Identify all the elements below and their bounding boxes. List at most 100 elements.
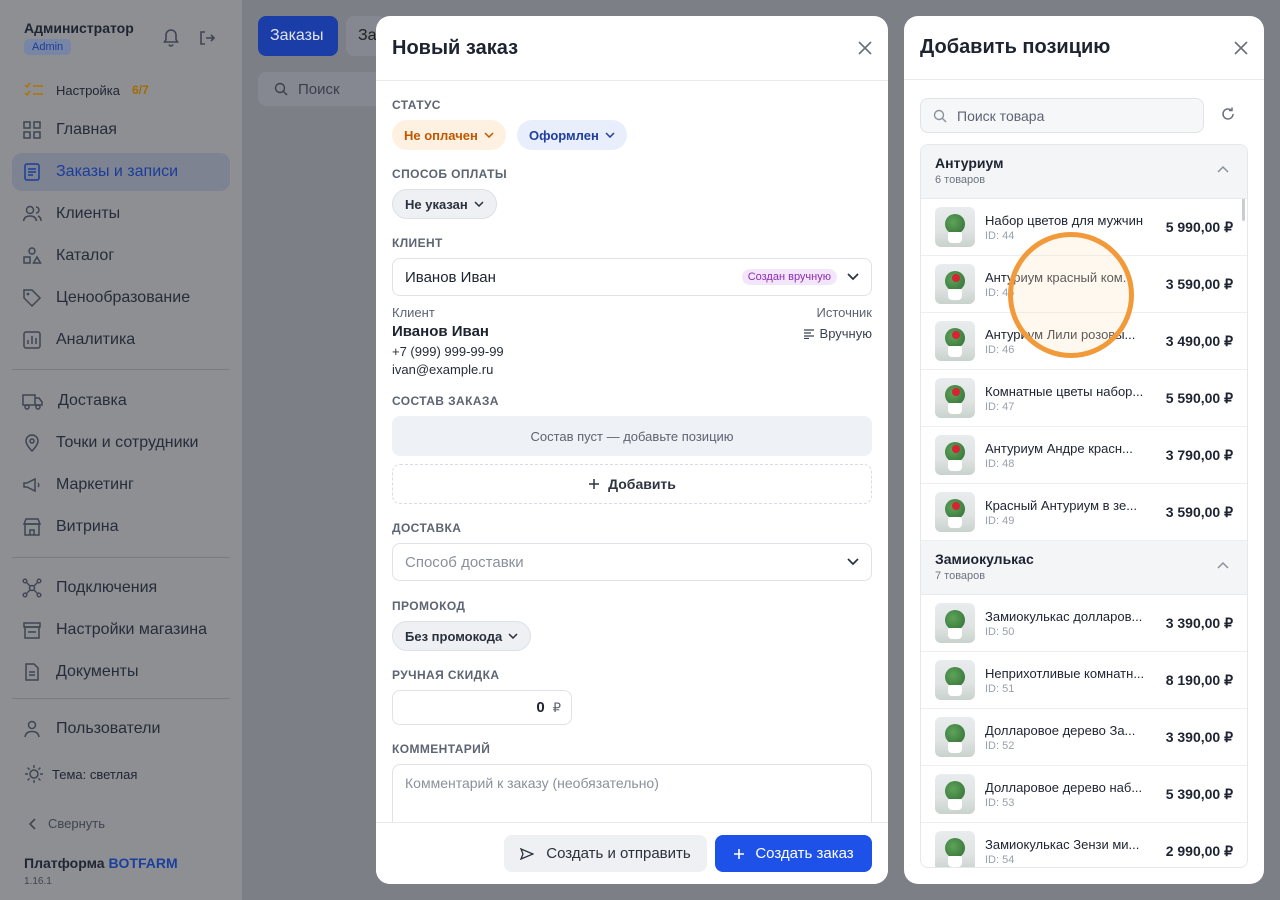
product-id: ID: 46 (985, 343, 1015, 356)
nav-item-delivery[interactable]: Доставка (12, 382, 230, 420)
payment-status-dropdown[interactable]: Не оплачен (392, 120, 506, 150)
setup-count: 6/7 (132, 83, 149, 97)
product-id: ID: 54 (985, 853, 1015, 866)
product-thumbnail (935, 492, 975, 532)
product-name: Антуриум красный ком... (985, 269, 1134, 285)
bell-icon[interactable] (162, 28, 180, 48)
product-price: 2 990,00 ₽ (1165, 842, 1233, 859)
grid-icon (22, 120, 42, 140)
delivery-method-select[interactable]: Способ доставки (392, 543, 872, 581)
flower-mark (952, 502, 960, 510)
delivery-label: ДОСТАВКА (392, 521, 462, 535)
nav-item-integrations[interactable]: Подключения (12, 569, 230, 607)
product-info: Замиокулькас долларов... ID: 50 (985, 609, 1157, 638)
product-name: Долларовое дерево наб... (985, 779, 1143, 795)
product-list[interactable]: Антуриум 6 товаров Набор цветов для мужчин… (920, 144, 1248, 868)
product-item[interactable]: Долларовое дерево наб... ID: 53 5 390,00 ₽ (921, 766, 1247, 823)
product-price: 5 990,00 ₽ (1165, 218, 1233, 235)
setup-label: Настройка (56, 82, 120, 98)
product-name: Долларовое дерево За... (985, 722, 1136, 738)
client-select[interactable]: Иванов Иван Создан вручную (392, 258, 872, 296)
chevron-down-icon (484, 132, 494, 138)
nav-item-users[interactable]: Пользователи (12, 710, 230, 748)
users-icon (22, 204, 42, 224)
comment-label: КОММЕНТАРИЙ (392, 742, 491, 756)
leaf-mark (945, 214, 965, 234)
theme-toggle[interactable]: Тема: светлая (24, 764, 137, 784)
product-info: Комнатные цветы набор... ID: 47 (985, 384, 1157, 413)
promo-dropdown[interactable]: Без промокода (392, 621, 532, 651)
file-icon (22, 662, 42, 682)
nav-item-clients[interactable]: Клиенты (12, 195, 230, 233)
location-pin-icon (22, 433, 42, 453)
client-email: ivan@example.ru (392, 362, 494, 377)
setup-progress-item[interactable]: Настройка 6/7 (24, 82, 149, 98)
pot-mark (948, 628, 962, 639)
nav-item-catalog[interactable]: Каталог (12, 237, 230, 275)
product-item[interactable]: Неприхотливые комнатн... ID: 51 8 190,00 ₽ (921, 652, 1247, 709)
nav-label: Пользователи (56, 720, 161, 737)
close-icon[interactable] (858, 41, 872, 55)
collapse-label: Свернуть (48, 816, 106, 831)
tag-icon (22, 288, 42, 308)
top-icons (162, 28, 216, 48)
product-group-header[interactable]: Замиокулькас 7 товаров (921, 541, 1247, 595)
create-and-send-button[interactable]: Создать и отправить (504, 835, 707, 872)
product-search-input[interactable]: Поиск товара (920, 98, 1204, 133)
background-search-placeholder: Поиск (298, 80, 340, 98)
background-search[interactable]: Поиск (258, 72, 388, 106)
close-icon[interactable] (1234, 40, 1248, 55)
product-info: Долларовое дерево наб... ID: 53 (985, 780, 1157, 809)
product-item[interactable]: Комнатные цветы набор... ID: 47 5 590,00 ₽ (921, 370, 1247, 427)
nav-label: Каталог (56, 247, 115, 264)
refresh-icon[interactable] (1220, 106, 1236, 122)
nav-item-locations[interactable]: Точки и сотрудники (12, 424, 230, 462)
chevron-down-icon (847, 558, 859, 566)
product-item[interactable]: Антуриум Андре красн... ID: 48 3 790,00 ₽ (921, 427, 1247, 484)
add-item-button[interactable]: Добавить (392, 464, 872, 504)
search-icon (933, 109, 947, 123)
product-item[interactable]: Долларовое дерево За... ID: 52 3 390,00 ₽ (921, 709, 1247, 766)
nav-item-orders[interactable]: Заказы и записи (12, 153, 230, 191)
nav-item-pricing[interactable]: Ценообразование (12, 279, 230, 317)
discount-input[interactable]: 0 ₽ (392, 690, 572, 725)
order-status-dropdown[interactable]: Оформлен (517, 120, 627, 150)
collapse-button[interactable]: Свернуть (28, 816, 105, 831)
nav-item-documents[interactable]: Документы (12, 653, 230, 691)
truck-icon (22, 391, 44, 411)
product-search-placeholder: Поиск товара (957, 107, 1045, 124)
product-item[interactable]: Красный Антуриум в зе... ID: 49 3 590,00 ₽ (921, 484, 1247, 541)
nav-item-marketing[interactable]: Маркетинг (12, 466, 230, 504)
shapes-icon (22, 246, 42, 266)
product-group-header[interactable]: Антуриум 6 товаров (921, 145, 1247, 199)
product-thumbnail (935, 717, 975, 757)
nav-item-analytics[interactable]: Аналитика (12, 321, 230, 359)
pot-mark (948, 346, 962, 357)
product-info: Антуриум Андре красн... ID: 48 (985, 441, 1157, 470)
nav-label: Маркетинг (56, 476, 134, 493)
nav-item-showcase[interactable]: Витрина (12, 508, 230, 546)
nav-divider (12, 557, 230, 558)
product-thumbnail (935, 435, 975, 475)
document-icon (22, 162, 42, 182)
product-item[interactable]: Антуриум красный ком... ID: 45 3 590,00 ₽ (921, 256, 1247, 313)
create-order-button[interactable]: Создать заказ (715, 835, 872, 872)
nav-item-home[interactable]: Главная (12, 111, 230, 149)
product-item[interactable]: Замиокулькас долларов... ID: 50 3 390,00 ₽ (921, 595, 1247, 652)
nav-label: Ценообразование (56, 289, 191, 306)
group-count: 6 товаров (935, 174, 986, 186)
megaphone-icon (22, 475, 42, 495)
product-item[interactable]: Антуриум Лили розовы... ID: 46 3 490,00 ₽ (921, 313, 1247, 370)
logout-icon[interactable] (198, 28, 216, 48)
payment-method-dropdown[interactable]: Не указан (392, 189, 497, 219)
storefront-icon (22, 517, 42, 537)
nav-item-store-settings[interactable]: Настройки магазина (12, 611, 230, 649)
product-item[interactable]: Набор цветов для мужчин ID: 44 5 990,00 ₽ (921, 199, 1247, 256)
nav-label: Доставка (58, 392, 127, 409)
pot-mark (948, 403, 962, 414)
product-thumbnail (935, 321, 975, 361)
tab-orders[interactable]: Заказы (258, 16, 338, 56)
leaf-mark (945, 610, 965, 630)
chevron-up-icon (1217, 561, 1229, 569)
product-item[interactable]: Замиокулькас Зензи ми... ID: 54 2 990,00 ₽ (921, 823, 1247, 867)
